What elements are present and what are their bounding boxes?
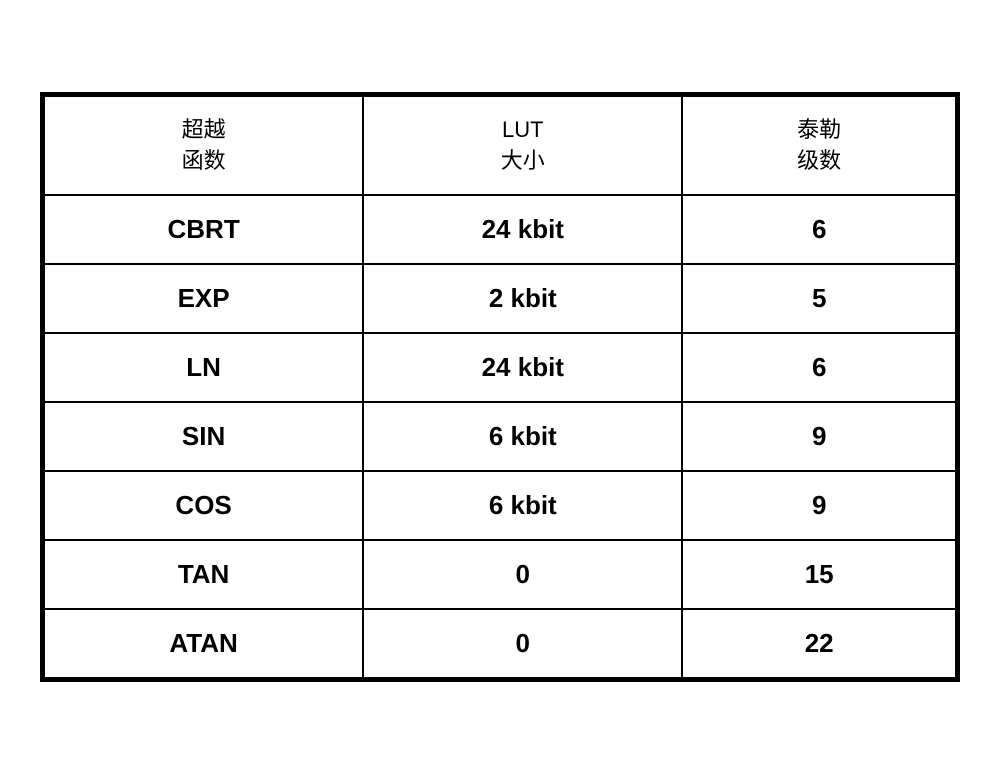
cell-lut: 6 kbit: [363, 471, 682, 540]
cell-lut: 24 kbit: [363, 195, 682, 264]
table-row: SIN6 kbit9: [44, 402, 956, 471]
header-lut: LUT 大小: [363, 96, 682, 196]
cell-func: COS: [44, 471, 363, 540]
table-row: LN24 kbit6: [44, 333, 956, 402]
cell-taylor: 15: [682, 540, 956, 609]
cell-lut: 2 kbit: [363, 264, 682, 333]
cell-lut: 0: [363, 540, 682, 609]
table-row: COS6 kbit9: [44, 471, 956, 540]
cell-taylor: 6: [682, 195, 956, 264]
data-table: 超越 函数 LUT 大小 泰勒 级数 CBRT24 kbit6EXP2 kbit…: [43, 95, 957, 680]
header-row: 超越 函数 LUT 大小 泰勒 级数: [44, 96, 956, 196]
main-table-container: 超越 函数 LUT 大小 泰勒 级数 CBRT24 kbit6EXP2 kbit…: [40, 92, 960, 683]
cell-lut: 0: [363, 609, 682, 678]
cell-func: TAN: [44, 540, 363, 609]
table-row: CBRT24 kbit6: [44, 195, 956, 264]
table-row: ATAN022: [44, 609, 956, 678]
header-taylor: 泰勒 级数: [682, 96, 956, 196]
cell-taylor: 9: [682, 402, 956, 471]
cell-func: LN: [44, 333, 363, 402]
table-row: TAN015: [44, 540, 956, 609]
cell-lut: 24 kbit: [363, 333, 682, 402]
cell-taylor: 9: [682, 471, 956, 540]
cell-taylor: 5: [682, 264, 956, 333]
cell-taylor: 6: [682, 333, 956, 402]
cell-func: EXP: [44, 264, 363, 333]
header-func: 超越 函数: [44, 96, 363, 196]
cell-func: CBRT: [44, 195, 363, 264]
cell-taylor: 22: [682, 609, 956, 678]
cell-func: ATAN: [44, 609, 363, 678]
cell-lut: 6 kbit: [363, 402, 682, 471]
cell-func: SIN: [44, 402, 363, 471]
table-row: EXP2 kbit5: [44, 264, 956, 333]
